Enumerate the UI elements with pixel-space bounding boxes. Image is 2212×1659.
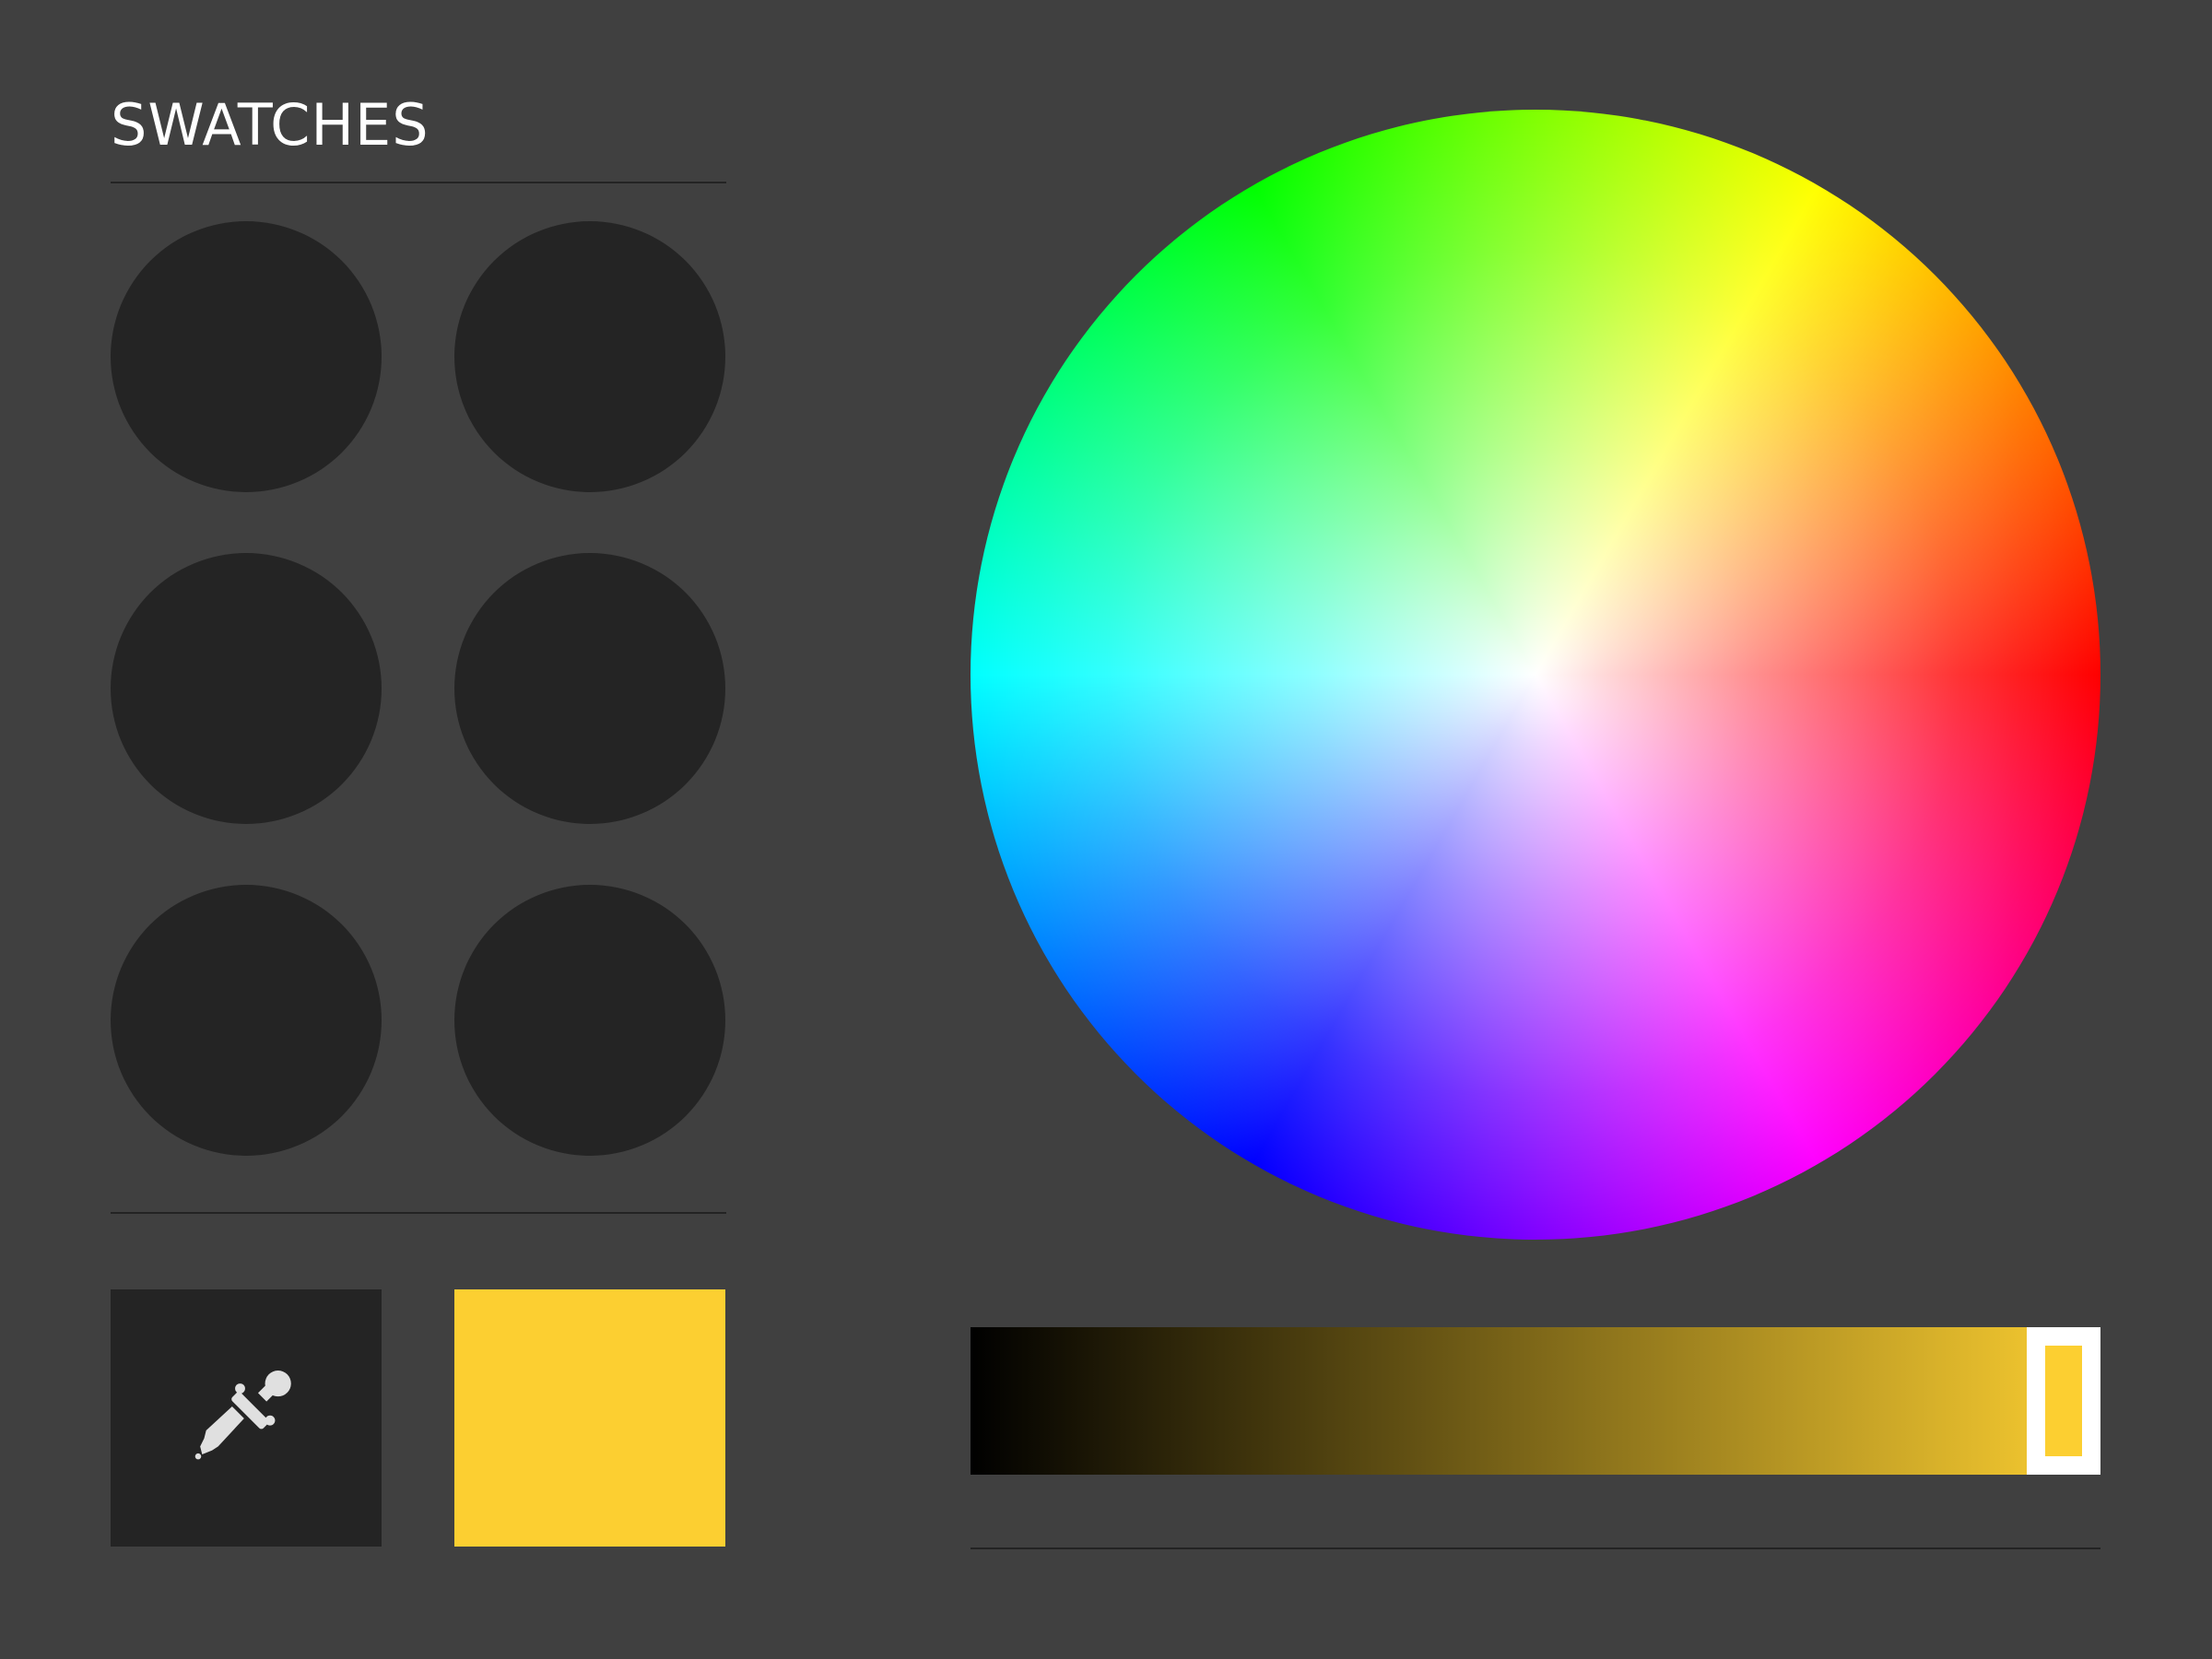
swatches-title: SWATCHES — [111, 91, 429, 159]
color-wheel[interactable] — [971, 110, 2100, 1240]
eyedropper-icon — [194, 1370, 291, 1459]
swatch-1[interactable] — [111, 221, 382, 492]
color-picker-app: SWATCHES — [0, 0, 2212, 1659]
swatches-bottom-divider — [111, 1212, 726, 1214]
swatch-5[interactable] — [111, 885, 382, 1156]
brightness-slider-handle[interactable] — [2027, 1327, 2100, 1475]
top-divider — [111, 182, 726, 183]
brightness-slider-handle-fill — [2045, 1346, 2082, 1456]
eyedropper-button[interactable] — [111, 1289, 382, 1547]
brightness-slider-track[interactable] — [971, 1327, 2100, 1475]
slider-bottom-divider — [971, 1547, 2100, 1549]
current-color-preview[interactable] — [454, 1289, 725, 1547]
swatch-3[interactable] — [111, 553, 382, 824]
swatch-6[interactable] — [454, 885, 725, 1156]
swatch-2[interactable] — [454, 221, 725, 492]
swatch-4[interactable] — [454, 553, 725, 824]
